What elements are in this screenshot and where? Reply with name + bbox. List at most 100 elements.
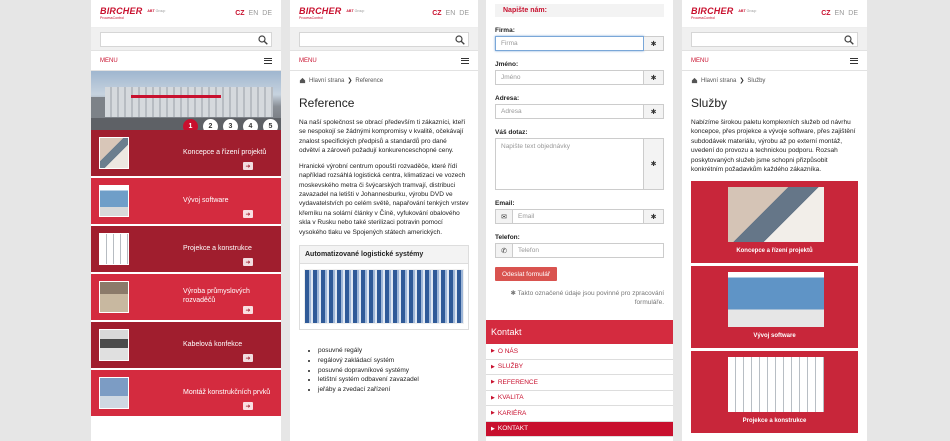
- home-icon[interactable]: [691, 77, 698, 84]
- service-tile[interactable]: Výroba průmyslových rozvaděčů ➜: [91, 274, 281, 322]
- service-tile[interactable]: Vývoj software ➜: [91, 178, 281, 226]
- breadcrumb: Hlavní strana ❯ Služby: [682, 71, 867, 90]
- language-switcher: CZ EN DE: [432, 10, 469, 17]
- logo-wordmark: BIRCHER: [299, 5, 342, 16]
- nav-item-label: SLUŽBY: [497, 363, 524, 371]
- breadcrumb-home[interactable]: Hlavní strana: [701, 78, 736, 84]
- slide-dot-4[interactable]: 4: [243, 119, 258, 130]
- sluzby-intro: Nabízíme širokou paletu komplexních služ…: [691, 119, 856, 174]
- lang-en[interactable]: EN: [249, 10, 259, 17]
- arrow-right-icon[interactable]: ➜: [243, 402, 253, 410]
- firma-input[interactable]: Firma: [495, 36, 644, 51]
- search-input[interactable]: [299, 32, 469, 47]
- arrow-right-icon[interactable]: ➜: [243, 210, 253, 218]
- list-item: letištní systém odbavení zavazadel: [318, 375, 478, 385]
- language-switcher: CZ EN DE: [821, 10, 858, 17]
- lang-de[interactable]: DE: [459, 10, 469, 17]
- slide-dot-5[interactable]: 5: [263, 119, 278, 130]
- menu-bar[interactable]: MENU: [290, 51, 478, 71]
- logo-wordmark: BIRCHER: [691, 5, 734, 16]
- required-icon: ✱: [644, 209, 664, 224]
- adresa-input[interactable]: Adresa: [495, 104, 644, 119]
- slide-dot-2[interactable]: 2: [203, 119, 218, 130]
- lang-de[interactable]: DE: [262, 10, 272, 17]
- arrow-right-icon[interactable]: ➜: [243, 354, 253, 362]
- logo-subtitle: ProcessControl: [691, 15, 715, 20]
- hamburger-icon[interactable]: [461, 57, 469, 64]
- factory-photo-icon: [99, 281, 129, 313]
- lang-cz[interactable]: CZ: [432, 10, 441, 17]
- nav-item-kontakt[interactable]: ▶ KONTAKT: [486, 421, 673, 438]
- lang-en[interactable]: EN: [835, 10, 845, 17]
- nav-item-label: KARIÉRA: [497, 409, 527, 417]
- lang-cz[interactable]: CZ: [235, 10, 244, 17]
- service-tile[interactable]: Montáž konstrukčních prvků ➜: [91, 370, 281, 418]
- breadcrumb-home[interactable]: Hlavní strana: [309, 78, 344, 84]
- arrow-right-icon[interactable]: ➜: [243, 258, 253, 266]
- service-label: Kabelová konfekce: [183, 340, 243, 348]
- reference-bullet-list: posuvné regály regálový zakládací systém…: [290, 346, 478, 395]
- robot-photo-icon: [99, 377, 129, 409]
- list-item: posuvné regály: [318, 346, 478, 356]
- logo[interactable]: BIRCHER ABT Group ProcessControl: [691, 5, 757, 21]
- service-tile[interactable]: Koncepce a řízení projektů ➜: [91, 130, 281, 178]
- language-switcher: CZ EN DE: [235, 10, 272, 17]
- nav-item-reference[interactable]: ▶ REFERENCE: [486, 375, 673, 391]
- services-list: Koncepce a řízení projektů ➜ Vývoj softw…: [91, 130, 281, 418]
- hero-building: [105, 87, 273, 117]
- menu-bar[interactable]: MENU: [91, 51, 281, 71]
- slide-dot-1[interactable]: 1: [183, 119, 198, 130]
- hamburger-icon[interactable]: [850, 57, 858, 64]
- lang-de[interactable]: DE: [848, 10, 858, 17]
- nav-item-o-nas[interactable]: ▶ O NÁS: [486, 344, 673, 360]
- search-icon[interactable]: [455, 35, 465, 45]
- menu-bar[interactable]: MENU: [682, 51, 867, 71]
- lang-cz[interactable]: CZ: [821, 10, 830, 17]
- services-home-panel: BIRCHER ABT Group ProcessControl CZ EN D…: [91, 0, 281, 441]
- jmeno-input[interactable]: Jméno: [495, 70, 644, 85]
- lang-en[interactable]: EN: [446, 10, 456, 17]
- home-icon[interactable]: [299, 77, 306, 84]
- nav-item-kariera[interactable]: ▶ KARIÉRA: [486, 406, 673, 422]
- person-photo-icon: [728, 186, 824, 242]
- drawing-photo-icon: [728, 356, 824, 412]
- search-icon[interactable]: [844, 35, 854, 45]
- email-input[interactable]: Email: [512, 209, 644, 224]
- service-card[interactable]: Koncepce a řízení projektů: [691, 180, 858, 263]
- monitor-photo-icon: [99, 185, 129, 217]
- hamburger-icon[interactable]: [264, 57, 272, 64]
- nav-item-sluzby[interactable]: ▶ SLUŽBY: [486, 359, 673, 376]
- jmeno-label: Jméno:: [495, 61, 519, 68]
- reference-intro: Na naší společnost se obrací především t…: [299, 119, 466, 155]
- header: BIRCHER ABT Group ProcessControl CZ EN D…: [682, 0, 867, 28]
- chevron-right-icon: ❯: [347, 78, 353, 84]
- submit-button[interactable]: Odeslat formulář: [495, 267, 557, 281]
- service-card[interactable]: Vývoj software: [691, 265, 858, 348]
- telefon-input[interactable]: Telefon: [512, 243, 664, 258]
- logo-group: ABT Group: [738, 8, 757, 13]
- service-tile[interactable]: Kabelová konfekce ➜: [91, 322, 281, 370]
- logo-subtitle: ProcessControl: [299, 15, 323, 20]
- search-input[interactable]: [691, 32, 858, 47]
- slide-dot-3[interactable]: 3: [223, 119, 238, 130]
- logo-subtitle: ProcessControl: [100, 15, 124, 20]
- search-input[interactable]: [100, 32, 272, 47]
- page-title: Služby: [691, 96, 728, 110]
- service-card-label: Vývoj software: [753, 332, 796, 339]
- list-item: posuvné dopravníkové systémy: [318, 366, 478, 376]
- arrow-right-icon[interactable]: ➜: [243, 306, 253, 314]
- logo[interactable]: BIRCHER ABT Group ProcessControl: [100, 6, 165, 21]
- arrow-right-icon[interactable]: ➜: [243, 162, 253, 170]
- search-icon[interactable]: [258, 35, 268, 45]
- service-card[interactable]: Projekce a konstrukce: [691, 350, 858, 433]
- footer-nav: ▶ O NÁS ▶ SLUŽBY ▶ REFERENCE ▶ KVALITA ▶ KARI…: [486, 344, 673, 438]
- caret-right-icon: ▶: [491, 348, 495, 355]
- logo[interactable]: BIRCHER ABT Group ProcessControl: [299, 5, 364, 21]
- nav-item-kvalita[interactable]: ▶ KVALITA: [486, 390, 673, 407]
- service-tile[interactable]: Projekce a konstrukce ➜: [91, 226, 281, 274]
- header: BIRCHER ABT Group ProcessControl CZ EN D…: [91, 0, 281, 28]
- required-icon: ✱: [644, 104, 664, 119]
- dotaz-textarea[interactable]: Napište text objednávky: [495, 138, 644, 190]
- person-photo-icon: [99, 137, 129, 169]
- firma-label: Firma:: [495, 27, 515, 34]
